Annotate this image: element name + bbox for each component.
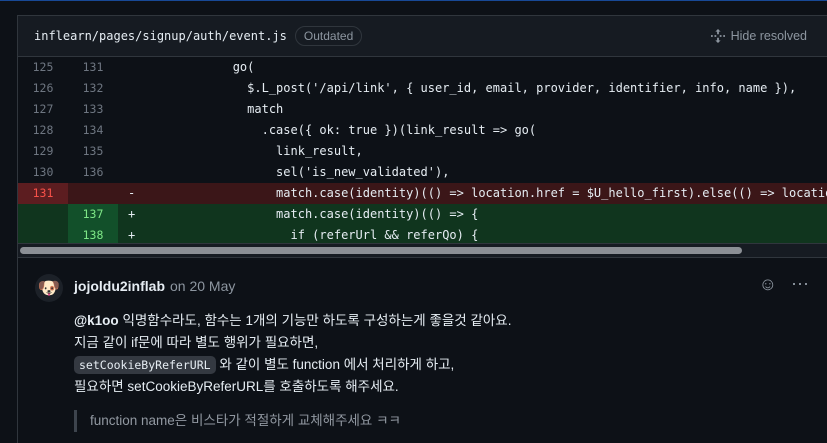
old-line-number[interactable]: 129 (18, 141, 68, 162)
diff-sign (118, 99, 146, 120)
diff-sign: - (128, 186, 136, 200)
diff-line: 128 134 .case({ ok: true })(link_result =… (18, 120, 827, 141)
code-line: if (referUrl && referQo) { (146, 228, 479, 242)
old-line-number[interactable]: 126 (18, 78, 68, 99)
diff-sign (118, 162, 146, 183)
diff-line: 125 131 go( (18, 57, 827, 78)
old-line-number[interactable]: 131 (18, 183, 68, 204)
diff-line: 126 132 $.L_post('/api/link', { user_id, … (18, 78, 827, 99)
new-line-number[interactable] (68, 183, 118, 204)
comment-date[interactable]: on 20 May (170, 278, 235, 294)
new-line-number[interactable]: 136 (68, 162, 118, 183)
comment-author[interactable]: jojoldu2inflab (74, 278, 165, 294)
diff-line: 130 136 sel('is_new_validated'), (18, 162, 827, 183)
smiley-icon[interactable]: ☺ (759, 274, 777, 295)
diff-sign (118, 78, 146, 99)
old-line-number[interactable] (18, 204, 68, 225)
new-line-number[interactable]: 135 (68, 141, 118, 162)
diff-sign: + (128, 207, 136, 221)
inline-code: setCookieByReferURL (74, 356, 216, 374)
scrollbar-thumb[interactable] (20, 247, 742, 254)
new-line-number[interactable]: 134 (68, 120, 118, 141)
code-line: link_result, (146, 144, 363, 158)
new-line-number[interactable]: 138 (68, 225, 118, 243)
old-line-number[interactable]: 127 (18, 99, 68, 120)
top-accent-line (0, 0, 827, 1)
comment-line-4: 필요하면 setCookieByReferURL를 호출하도록 해주세요. (74, 379, 399, 394)
hide-resolved-label: Hide resolved (730, 29, 807, 43)
old-line-number[interactable]: 128 (18, 120, 68, 141)
code-line: match.case(identity)(() => { (146, 207, 479, 221)
diff-line: 127 133 match (18, 99, 827, 120)
old-line-number[interactable] (18, 225, 68, 243)
new-line-number[interactable]: 132 (68, 78, 118, 99)
comment-body: @k1oo 익명함수라도, 함수는 1개의 기능만 하도록 구성하는게 좋을것 … (74, 310, 827, 398)
comment-line-3: setCookieByReferURL 와 같이 별도 function 에서 … (74, 354, 827, 376)
diff-line: 131 - match.case(identity)(() => location… (18, 183, 827, 204)
code-line: sel('is_new_validated'), (146, 165, 450, 179)
new-line-number[interactable]: 133 (68, 99, 118, 120)
new-line-number[interactable]: 137 (68, 204, 118, 225)
user-mention[interactable]: @k1oo (74, 313, 119, 328)
outdated-badge: Outdated (294, 26, 363, 46)
code-line: .case({ ok: true })(link_result => go( (146, 123, 537, 137)
blockquote: function name은 비스타가 적절하게 교체해주세요 ㅋㅋ (74, 410, 827, 432)
code-line: go( (146, 60, 255, 74)
diff-sign (118, 57, 146, 78)
diff-sign (118, 141, 146, 162)
comment-header: jojoldu2inflab on 20 May (74, 276, 827, 296)
comment-line-2: 지금 같이 if문에 따라 별도 행위가 필요하면, (74, 335, 319, 350)
comment-actions: ☺ ⋯ (759, 274, 809, 295)
comment-line-3-text: 와 같이 별도 function 에서 처리하게 하고, (215, 357, 455, 372)
file-path[interactable]: inflearn/pages/signup/auth/event.js (34, 29, 287, 43)
comment-line-1: @k1oo 익명함수라도, 함수는 1개의 기능만 하도록 구성하는게 좋을것 … (74, 310, 827, 332)
code-line: match (146, 102, 284, 116)
diff-sign (118, 120, 146, 141)
diff-line: 138 + if (referUrl && referQo) { (18, 225, 827, 243)
horizontal-scrollbar[interactable] (18, 243, 827, 258)
diff-line: 129 135 link_result, (18, 141, 827, 162)
kebab-icon[interactable]: ⋯ (791, 274, 809, 295)
dog-avatar-icon[interactable]: 🐶 (35, 274, 63, 302)
hide-resolved-button[interactable]: Hide resolved (710, 29, 807, 43)
new-line-number[interactable]: 131 (68, 57, 118, 78)
review-comment: 🐶 jojoldu2inflab on 20 May ☺ ⋯ @k1oo 익명함… (18, 258, 827, 432)
old-line-number[interactable]: 125 (18, 57, 68, 78)
unfold-icon (710, 29, 725, 43)
review-thread: inflearn/pages/signup/auth/event.js Outd… (17, 15, 827, 443)
old-line-number[interactable]: 130 (18, 162, 68, 183)
diff-table: 125 131 go(126 132 $.L_post('/api/link', {… (18, 57, 827, 243)
diff-line: 137 + match.case(identity)(() => { (18, 204, 827, 225)
code-line: match.case(identity)(() => location.href… (146, 186, 827, 200)
code-line: $.L_post('/api/link', { user_id, email, … (146, 81, 797, 95)
file-header: inflearn/pages/signup/auth/event.js Outd… (18, 16, 827, 57)
comment-line-1-text: 익명함수라도, 함수는 1개의 기능만 하도록 구성하는게 좋을것 같아요. (118, 313, 512, 328)
diff-sign: + (128, 228, 136, 242)
